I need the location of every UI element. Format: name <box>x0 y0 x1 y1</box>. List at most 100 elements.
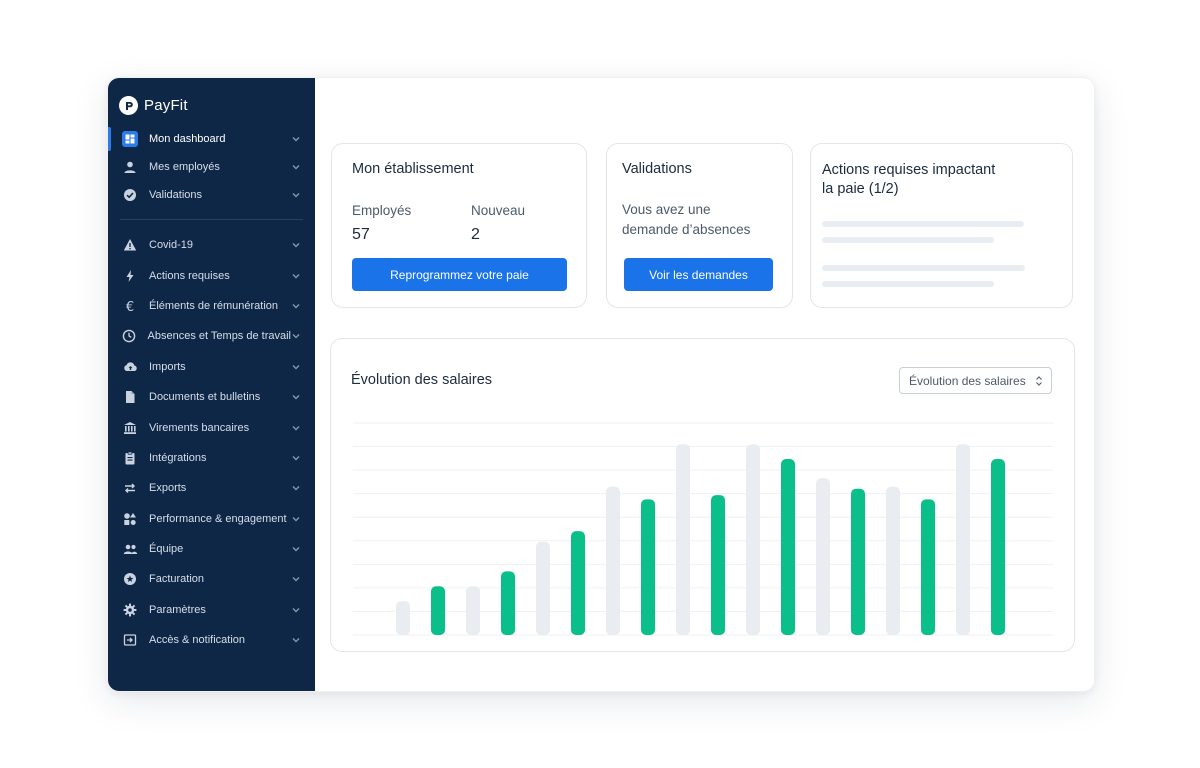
chevron-down-icon[interactable] <box>291 514 301 524</box>
user-icon <box>122 159 138 175</box>
sidebar-item-label: Virements bancaires <box>149 421 250 434</box>
brand[interactable]: PayFit <box>119 96 188 115</box>
establishment-card: Mon établissement Employés 57 Nouveau 2 … <box>331 143 587 308</box>
bar-4 <box>501 571 515 635</box>
employees-label: Employés <box>352 203 412 218</box>
updown-chevron-icon <box>1035 375 1043 387</box>
sidebar-item-imports[interactable]: Imports <box>108 352 315 382</box>
sidebar-item-label: Performance & engagement <box>149 512 287 525</box>
sidebar-item-absences-et-temps-de-travail[interactable]: Absences et Temps de travail <box>108 321 315 351</box>
sidebar-item-elements-de-remuneration[interactable]: € Éléments de rémunération <box>108 291 315 321</box>
sidebar-item-label: Intégrations <box>149 451 207 464</box>
team-icon <box>122 541 138 557</box>
chevron-down-icon[interactable] <box>291 301 301 311</box>
clipboard-icon <box>122 450 138 466</box>
bar-7 <box>606 486 620 635</box>
bar-10 <box>711 495 725 635</box>
sidebar-item-integrations[interactable]: Intégrations <box>108 443 315 473</box>
chevron-down-icon[interactable] <box>291 162 301 172</box>
bar-11 <box>746 444 760 635</box>
required-actions-card: Actions requises impactant la paie (1/2) <box>810 143 1073 308</box>
brand-name: PayFit <box>144 97 188 114</box>
chevron-down-icon[interactable] <box>291 574 301 584</box>
bar-15 <box>886 486 900 635</box>
sidebar-item-label: Mes employés <box>149 161 220 173</box>
login-icon <box>122 632 138 648</box>
validations-message: Vous avez une demande d’absences <box>622 200 750 240</box>
clock-icon <box>122 328 137 344</box>
bar-12 <box>781 459 795 635</box>
sidebar-item-exports[interactable]: Exports <box>108 473 315 503</box>
sidebar-item-validations[interactable]: Validations <box>108 181 315 209</box>
sidebar-item-label: Validations <box>149 189 202 201</box>
app-window: PayFit Mon dashboard Mes employés Validati… <box>107 77 1095 692</box>
establishment-title: Mon établissement <box>352 161 474 177</box>
bar-5 <box>536 541 550 635</box>
chevron-down-icon[interactable] <box>291 605 301 615</box>
sidebar-divider <box>120 219 303 220</box>
chart-type-select[interactable]: Évolution des salaires <box>899 367 1052 394</box>
chevron-down-icon[interactable] <box>291 331 301 341</box>
new-count: 2 <box>471 226 480 243</box>
sidebar-item-label: Absences et Temps de travail <box>147 330 291 343</box>
cloud-upload-icon <box>122 359 138 375</box>
gear-icon <box>122 602 138 618</box>
view-requests-button[interactable]: Voir les demandes <box>624 258 773 291</box>
chevron-down-icon[interactable] <box>291 423 301 433</box>
sidebar-item-documents-et-bulletins[interactable]: Documents et bulletins <box>108 382 315 412</box>
chevron-down-icon[interactable] <box>291 362 301 372</box>
sidebar-item-label: Documents et bulletins <box>149 391 261 404</box>
validations-card: Validations Vous avez une demande d’abse… <box>606 143 793 308</box>
validations-title: Validations <box>622 161 692 177</box>
chart-type-select-value: Évolution des salaires <box>909 373 1026 388</box>
main-content: Mon établissement Employés 57 Nouveau 2 … <box>315 78 1094 691</box>
sidebar-item-acces-notification[interactable]: Accès & notification <box>108 625 315 655</box>
payfit-logo-icon <box>119 96 138 115</box>
bar-18 <box>991 459 1005 635</box>
sidebar-item-label: Covid-19 <box>149 239 194 252</box>
sidebar-item-virements-bancaires[interactable]: Virements bancaires <box>108 412 315 442</box>
salary-evolution-card: Évolution des salaires Évolution des sal… <box>330 338 1075 652</box>
sidebar-item-label: Éléments de rémunération <box>149 299 279 312</box>
chevron-down-icon[interactable] <box>291 134 301 144</box>
skeleton-line <box>822 265 1025 271</box>
bar-8 <box>641 499 655 635</box>
reschedule-payroll-button[interactable]: Reprogrammez votre paie <box>352 258 567 291</box>
chevron-down-icon[interactable] <box>291 190 301 200</box>
chevron-down-icon[interactable] <box>291 240 301 250</box>
bar-13 <box>816 478 830 635</box>
sidebar-item-performance-engagement[interactable]: Performance & engagement <box>108 504 315 534</box>
chart-gridlines <box>353 422 1053 636</box>
skeleton-line <box>822 281 994 287</box>
sidebar-item-covid-19[interactable]: Covid-19 <box>108 230 315 260</box>
chevron-down-icon[interactable] <box>291 635 301 645</box>
svg-text:€: € <box>126 300 134 313</box>
bar-3 <box>466 586 480 635</box>
check-circle-icon <box>122 187 138 203</box>
sidebar: PayFit Mon dashboard Mes employés Validati… <box>108 78 315 691</box>
validations-message-line1: Vous avez une <box>622 202 711 217</box>
sidebar-item-facturation[interactable]: Facturation <box>108 564 315 594</box>
bar-17 <box>956 444 970 635</box>
chevron-down-icon[interactable] <box>291 392 301 402</box>
chevron-down-icon[interactable] <box>291 483 301 493</box>
sidebar-item-equipe[interactable]: Équipe <box>108 534 315 564</box>
skeleton-line <box>822 237 994 243</box>
sidebar-item-actions-requises[interactable]: Actions requises <box>108 260 315 290</box>
sidebar-item-parametres[interactable]: Paramètres <box>108 595 315 625</box>
shapes-icon <box>122 511 138 527</box>
bar-6 <box>571 531 585 635</box>
warning-icon <box>122 237 138 253</box>
new-label: Nouveau <box>471 203 526 218</box>
sidebar-item-mes-employes[interactable]: Mes employés <box>108 153 315 181</box>
sidebar-item-label: Facturation <box>149 573 205 586</box>
required-actions-title-line1: Actions requises impactant <box>822 162 996 178</box>
sidebar-item-label: Équipe <box>149 543 184 556</box>
chevron-down-icon[interactable] <box>291 453 301 463</box>
chevron-down-icon[interactable] <box>291 544 301 554</box>
validations-message-line2: demande d’absences <box>622 222 751 237</box>
sidebar-item-label: Imports <box>149 360 186 373</box>
chevron-down-icon[interactable] <box>291 271 301 281</box>
sidebar-item-mon-dashboard[interactable]: Mon dashboard <box>108 125 315 153</box>
bar-9 <box>676 444 690 635</box>
